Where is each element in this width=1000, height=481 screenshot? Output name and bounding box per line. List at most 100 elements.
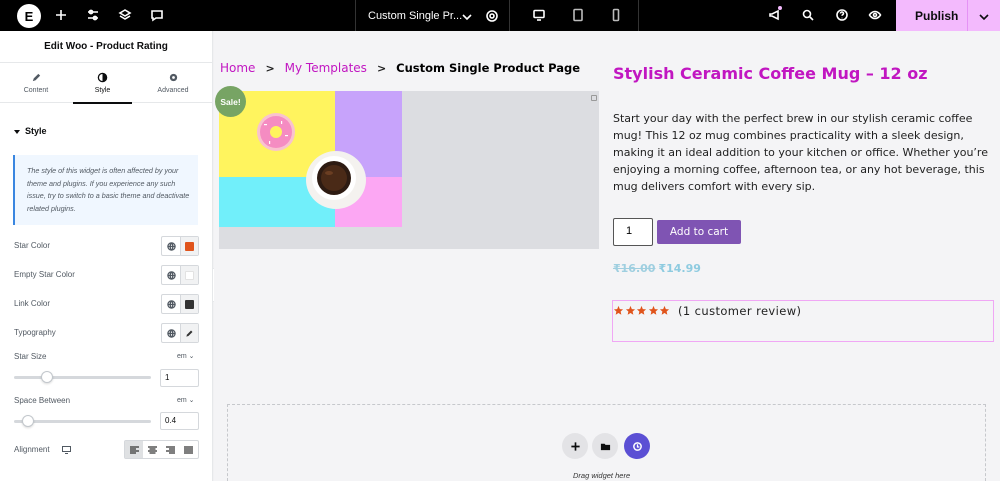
star-size-label: Star Size bbox=[14, 352, 47, 361]
gear-icon[interactable] bbox=[484, 8, 500, 24]
space-between-unit-select[interactable]: em ⌄ bbox=[177, 396, 195, 404]
sale-badge: Sale! bbox=[215, 86, 246, 117]
product-description: Start your day with the perfect brew in … bbox=[613, 112, 988, 193]
tablet-icon[interactable] bbox=[571, 7, 587, 23]
empty-star-color-swatch[interactable] bbox=[180, 266, 198, 284]
star-icon bbox=[636, 305, 647, 315]
tab-advanced[interactable]: Advanced bbox=[138, 63, 208, 103]
product-title: Stylish Ceramic Coffee Mug – 12 oz bbox=[613, 64, 928, 83]
align-left-icon bbox=[129, 445, 139, 454]
globe-icon[interactable] bbox=[162, 295, 180, 313]
star-size-slider-track[interactable] bbox=[14, 376, 151, 379]
desktop-icon[interactable] bbox=[62, 446, 71, 454]
tab-style-label: Style bbox=[94, 87, 111, 94]
breadcrumb-home-link[interactable]: Home bbox=[220, 61, 255, 75]
space-between-slider-track[interactable] bbox=[14, 420, 151, 423]
unit-label: em bbox=[177, 353, 187, 360]
chevron-down-icon[interactable] bbox=[976, 9, 992, 25]
star-size-unit-select[interactable]: em ⌄ bbox=[177, 352, 195, 360]
gear-icon bbox=[169, 73, 177, 82]
search-icon[interactable] bbox=[800, 7, 816, 23]
star-rating bbox=[613, 305, 671, 316]
desktop-icon[interactable] bbox=[532, 7, 548, 23]
breadcrumb-templates-link[interactable]: My Templates bbox=[285, 61, 367, 75]
align-right-button[interactable] bbox=[162, 441, 180, 458]
add-template-button[interactable] bbox=[592, 433, 618, 459]
mobile-icon[interactable] bbox=[609, 7, 625, 23]
star-color-swatch[interactable] bbox=[180, 237, 198, 255]
editor-panel: Edit Woo - Product Rating Content Style … bbox=[0, 31, 213, 481]
document-title-area[interactable]: Custom Single Pr... bbox=[355, 0, 510, 31]
tab-style[interactable]: Style bbox=[71, 63, 134, 104]
pencil-icon bbox=[32, 73, 40, 82]
panel-tabs: Content Style Advanced bbox=[0, 63, 212, 104]
typography-label: Typography bbox=[14, 328, 56, 337]
product-price: ₹16.00 ₹14.99 bbox=[613, 262, 701, 275]
quantity-input[interactable]: 1 bbox=[613, 218, 653, 246]
notification-dot bbox=[778, 6, 782, 10]
unit-label: em bbox=[177, 397, 187, 404]
space-between-label: Space Between bbox=[14, 396, 71, 405]
document-title[interactable]: Custom Single Pr... bbox=[368, 10, 462, 22]
star-color-control bbox=[161, 236, 199, 256]
drag-widget-hint: Drag widget here bbox=[573, 471, 631, 480]
typography-control bbox=[161, 323, 199, 343]
align-center-icon bbox=[147, 445, 157, 454]
coffee-donut-illustration bbox=[257, 113, 366, 209]
color-swatch bbox=[185, 299, 194, 309]
price-sale: ₹14.99 bbox=[658, 262, 701, 275]
help-icon[interactable] bbox=[834, 7, 850, 23]
style-notice: The style of this widget is often affect… bbox=[13, 155, 198, 225]
globe-icon[interactable] bbox=[162, 237, 180, 255]
alignment-control bbox=[124, 440, 199, 459]
star-icon bbox=[613, 305, 624, 315]
breadcrumb-current: Custom Single Product Page bbox=[396, 61, 581, 75]
caret-down-icon bbox=[14, 129, 20, 134]
tab-content-label: Content bbox=[23, 87, 49, 94]
star-icon bbox=[659, 305, 670, 315]
zoom-icon[interactable] bbox=[591, 95, 597, 101]
align-justify-button[interactable] bbox=[180, 441, 198, 458]
alignment-label: Alignment bbox=[14, 445, 50, 454]
layers-icon[interactable] bbox=[117, 7, 133, 23]
space-between-slider-handle[interactable] bbox=[21, 415, 34, 427]
space-between-input[interactable]: 0.4 bbox=[160, 412, 199, 430]
align-left-button[interactable] bbox=[125, 441, 144, 458]
product-image[interactable] bbox=[219, 91, 402, 227]
link-color-swatch[interactable] bbox=[180, 295, 198, 313]
sliders-icon[interactable] bbox=[85, 7, 101, 23]
section-style-toggle[interactable]: Style bbox=[14, 126, 47, 136]
globe-icon[interactable] bbox=[162, 324, 180, 342]
empty-star-color-control bbox=[161, 265, 199, 285]
breadcrumb-separator: > bbox=[265, 61, 275, 75]
comment-icon[interactable] bbox=[149, 7, 165, 23]
globe-icon[interactable] bbox=[162, 266, 180, 284]
product-image-gallery[interactable] bbox=[219, 91, 599, 249]
elementor-logo-icon[interactable]: E bbox=[17, 4, 41, 28]
link-color-control bbox=[161, 294, 199, 314]
ai-assistant-button[interactable] bbox=[624, 433, 650, 459]
top-bar: E Custom Single Pr... Publish bbox=[0, 0, 1000, 31]
align-center-button[interactable] bbox=[143, 441, 161, 458]
star-size-input[interactable]: 1 bbox=[160, 369, 199, 387]
publish-divider bbox=[967, 0, 968, 31]
chevron-down-icon[interactable] bbox=[459, 9, 475, 25]
pencil-icon bbox=[186, 330, 193, 337]
tab-content[interactable]: Content bbox=[1, 63, 71, 103]
publish-button[interactable]: Publish bbox=[896, 0, 1000, 31]
star-icon bbox=[625, 305, 635, 315]
price-regular: ₹16.00 bbox=[613, 262, 656, 275]
customer-review-link[interactable]: (1 customer review) bbox=[678, 304, 801, 318]
typography-edit-button[interactable] bbox=[180, 324, 198, 342]
megaphone-icon[interactable] bbox=[767, 6, 783, 23]
ai-sparkle-icon bbox=[632, 441, 642, 451]
star-size-slider-handle[interactable] bbox=[40, 371, 53, 383]
add-to-cart-button[interactable]: Add to cart bbox=[657, 220, 741, 244]
folder-icon bbox=[600, 443, 610, 450]
empty-star-color-label: Empty Star Color bbox=[14, 270, 75, 279]
plus-icon[interactable] bbox=[53, 7, 69, 23]
add-section-button[interactable] bbox=[562, 433, 588, 459]
align-right-icon bbox=[166, 445, 176, 454]
breadcrumb: Home > My Templates > Custom Single Prod… bbox=[220, 61, 580, 75]
eye-icon[interactable] bbox=[867, 7, 883, 23]
